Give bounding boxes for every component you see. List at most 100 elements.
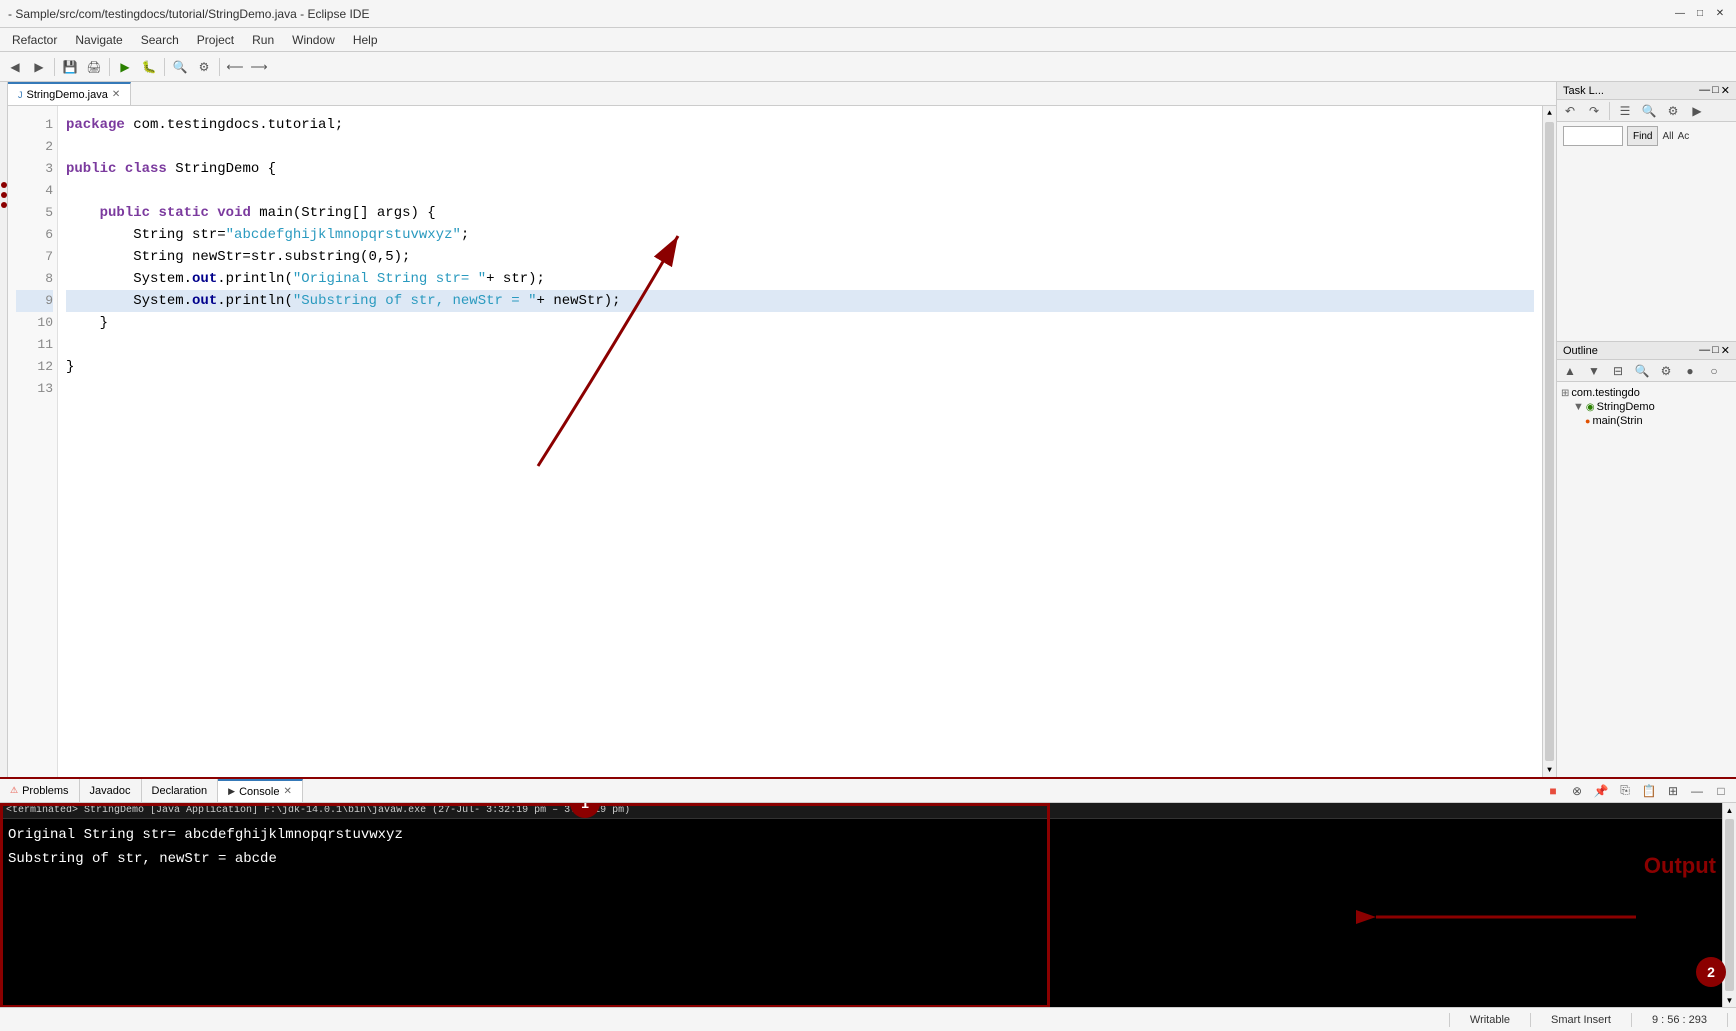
outline-toolbar-btn-1[interactable]: ▲ xyxy=(1559,360,1581,382)
console-header-text: <terminated> StringDemo [Java Applicatio… xyxy=(6,805,630,816)
console-paste-btn[interactable]: 📋 xyxy=(1638,780,1660,802)
task-toolbar-btn-5[interactable]: ⚙ xyxy=(1662,100,1684,122)
toolbar-back[interactable]: ◀ xyxy=(4,56,26,78)
console-content[interactable]: Original String str= abcdefghijklmnopqrs… xyxy=(0,819,1722,1007)
outline-class-label: StringDemo xyxy=(1597,401,1655,413)
breakpoint-2[interactable] xyxy=(1,192,7,198)
task-minimize-icon[interactable]: — xyxy=(1699,84,1710,97)
outline-item-method[interactable]: ● main(Strin xyxy=(1561,414,1732,428)
breakpoint-1[interactable] xyxy=(1,182,7,188)
outline-item-class[interactable]: ▼ ◉ StringDemo xyxy=(1561,400,1732,414)
editor-area: J StringDemo.java ✕ 1 2 3 4 5 6 7 8 9 10… xyxy=(8,82,1556,777)
console-scroll-thumb[interactable] xyxy=(1725,819,1734,991)
task-find-button[interactable]: Find xyxy=(1627,126,1658,146)
outline-maximize-icon[interactable]: □ xyxy=(1712,344,1719,357)
menu-refactor[interactable]: Refactor xyxy=(4,31,65,49)
toolbar-run[interactable]: ▶ xyxy=(114,56,136,78)
menu-run[interactable]: Run xyxy=(244,31,282,49)
outline-toolbar-btn-5[interactable]: ⚙ xyxy=(1655,360,1677,382)
outline-package-label: com.testingdo xyxy=(1571,387,1639,399)
console-minimize-btn[interactable]: — xyxy=(1686,780,1708,802)
line-numbers: 1 2 3 4 5 6 7 8 9 10 11 12 13 xyxy=(8,106,58,777)
outline-item-package[interactable]: ⊞ com.testingdo xyxy=(1561,386,1732,400)
toolbar-forward[interactable]: ▶ xyxy=(28,56,50,78)
outline-toolbar-btn-2[interactable]: ▼ xyxy=(1583,360,1605,382)
bottom-toolbar: ■ ⊗ 📌 ⎘ 📋 ⊞ — □ xyxy=(1538,779,1736,803)
right-panel: Task L... — □ ✕ ↶ ↷ ☰ 🔍 ⚙ ▶ Find All xyxy=(1556,82,1736,777)
tab-spacer xyxy=(303,779,1538,802)
console-scroll-down[interactable]: ▼ xyxy=(1723,993,1736,1007)
task-toolbar-btn-3[interactable]: ☰ xyxy=(1614,100,1636,122)
output-label: Output xyxy=(1644,853,1716,879)
console-pin-btn[interactable]: 📌 xyxy=(1590,780,1612,802)
menu-window[interactable]: Window xyxy=(284,31,343,49)
task-close-icon[interactable]: ✕ xyxy=(1721,84,1730,97)
outline-expand-icon: ▼ xyxy=(1573,401,1584,413)
task-all-label: All xyxy=(1662,131,1673,142)
task-toolbar-btn-2[interactable]: ↷ xyxy=(1583,100,1605,122)
tab-problems[interactable]: ⚠ Problems xyxy=(0,779,80,802)
scroll-down-arrow[interactable]: ▼ xyxy=(1543,763,1556,777)
tab-javadoc[interactable]: Javadoc xyxy=(80,779,142,802)
task-toolbar-btn-6[interactable]: ▶ xyxy=(1686,100,1708,122)
toolbar-navigate-back[interactable]: ⟵ xyxy=(224,56,246,78)
outline-minimize-icon[interactable]: — xyxy=(1699,344,1710,357)
breakpoint-3[interactable] xyxy=(1,202,7,208)
outline-close-icon[interactable]: ✕ xyxy=(1721,344,1730,357)
task-find-input[interactable] xyxy=(1563,126,1623,146)
menu-search[interactable]: Search xyxy=(133,31,187,49)
code-content[interactable]: package com.testingdocs.tutorial; public… xyxy=(58,106,1542,777)
toolbar-debug[interactable]: 🐛 xyxy=(138,56,160,78)
task-toolbar-btn-1[interactable]: ↶ xyxy=(1559,100,1581,122)
editor-tab-close[interactable]: ✕ xyxy=(112,89,120,100)
maximize-button[interactable]: □ xyxy=(1692,6,1708,22)
toolbar-save[interactable]: 💾 xyxy=(59,56,81,78)
editor-tabs: J StringDemo.java ✕ xyxy=(8,82,1556,106)
outline-toolbar-btn-4[interactable]: 🔍 xyxy=(1631,360,1653,382)
editor-scrollbar[interactable]: ▲ ▼ xyxy=(1542,106,1556,777)
console-copy-btn[interactable]: ⎘ xyxy=(1614,780,1636,802)
title-bar: - Sample/src/com/testingdocs/tutorial/St… xyxy=(0,0,1736,28)
scroll-up-arrow[interactable]: ▲ xyxy=(1543,106,1556,120)
console-stop-btn[interactable]: ■ xyxy=(1542,780,1564,802)
title-text: - Sample/src/com/testingdocs/tutorial/St… xyxy=(8,7,369,21)
code-line-2 xyxy=(66,136,1534,158)
editor-tab-label: StringDemo.java xyxy=(27,89,108,101)
toolbar-settings[interactable]: ⚙ xyxy=(193,56,215,78)
console-tab-close[interactable]: ✕ xyxy=(283,786,291,797)
menu-project[interactable]: Project xyxy=(189,31,242,49)
menu-help[interactable]: Help xyxy=(345,31,386,49)
outline-toolbar-btn-7[interactable]: ○ xyxy=(1703,360,1725,382)
toolbar-separator-1 xyxy=(54,58,55,76)
console-more-btn[interactable]: ⊞ xyxy=(1662,780,1684,802)
circle-2-label: 2 xyxy=(1707,964,1715,980)
tab-console[interactable]: ▶ Console ✕ xyxy=(218,779,303,802)
console-maximize-btn[interactable]: □ xyxy=(1710,780,1732,802)
task-panel-header: Task L... — □ ✕ xyxy=(1557,82,1736,100)
minimize-button[interactable]: — xyxy=(1672,6,1688,22)
close-button[interactable]: ✕ xyxy=(1712,6,1728,22)
toolbar-separator-4 xyxy=(219,58,220,76)
task-toolbar-btn-4[interactable]: 🔍 xyxy=(1638,100,1660,122)
problems-icon: ⚠ xyxy=(10,785,18,796)
output-text: Output xyxy=(1644,853,1716,878)
task-maximize-icon[interactable]: □ xyxy=(1712,84,1719,97)
editor-tab-stringdemo[interactable]: J StringDemo.java ✕ xyxy=(8,82,131,105)
outline-header: Outline — □ ✕ xyxy=(1557,342,1736,360)
toolbar-navigate-forward[interactable]: ⟶ xyxy=(248,56,270,78)
code-line-8: System.out.println("Original String str=… xyxy=(66,268,1534,290)
status-sep-2 xyxy=(1530,1013,1531,1027)
tab-declaration[interactable]: Declaration xyxy=(142,779,219,802)
annotation-circle-2: 2 xyxy=(1696,957,1726,987)
scroll-thumb[interactable] xyxy=(1545,122,1554,761)
outline-class-icon: ◉ xyxy=(1586,402,1595,413)
main-layout: J StringDemo.java ✕ 1 2 3 4 5 6 7 8 9 10… xyxy=(0,82,1736,777)
console-clear-btn[interactable]: ⊗ xyxy=(1566,780,1588,802)
outline-toolbar-btn-6[interactable]: ● xyxy=(1679,360,1701,382)
toolbar-print[interactable]: 🖨 xyxy=(83,56,105,78)
code-editor[interactable]: 1 2 3 4 5 6 7 8 9 10 11 12 13 package co… xyxy=(8,106,1556,777)
outline-toolbar-btn-3[interactable]: ⊟ xyxy=(1607,360,1629,382)
toolbar-search[interactable]: 🔍 xyxy=(169,56,191,78)
menu-navigate[interactable]: Navigate xyxy=(67,31,130,49)
console-scroll-up[interactable]: ▲ xyxy=(1723,803,1736,817)
